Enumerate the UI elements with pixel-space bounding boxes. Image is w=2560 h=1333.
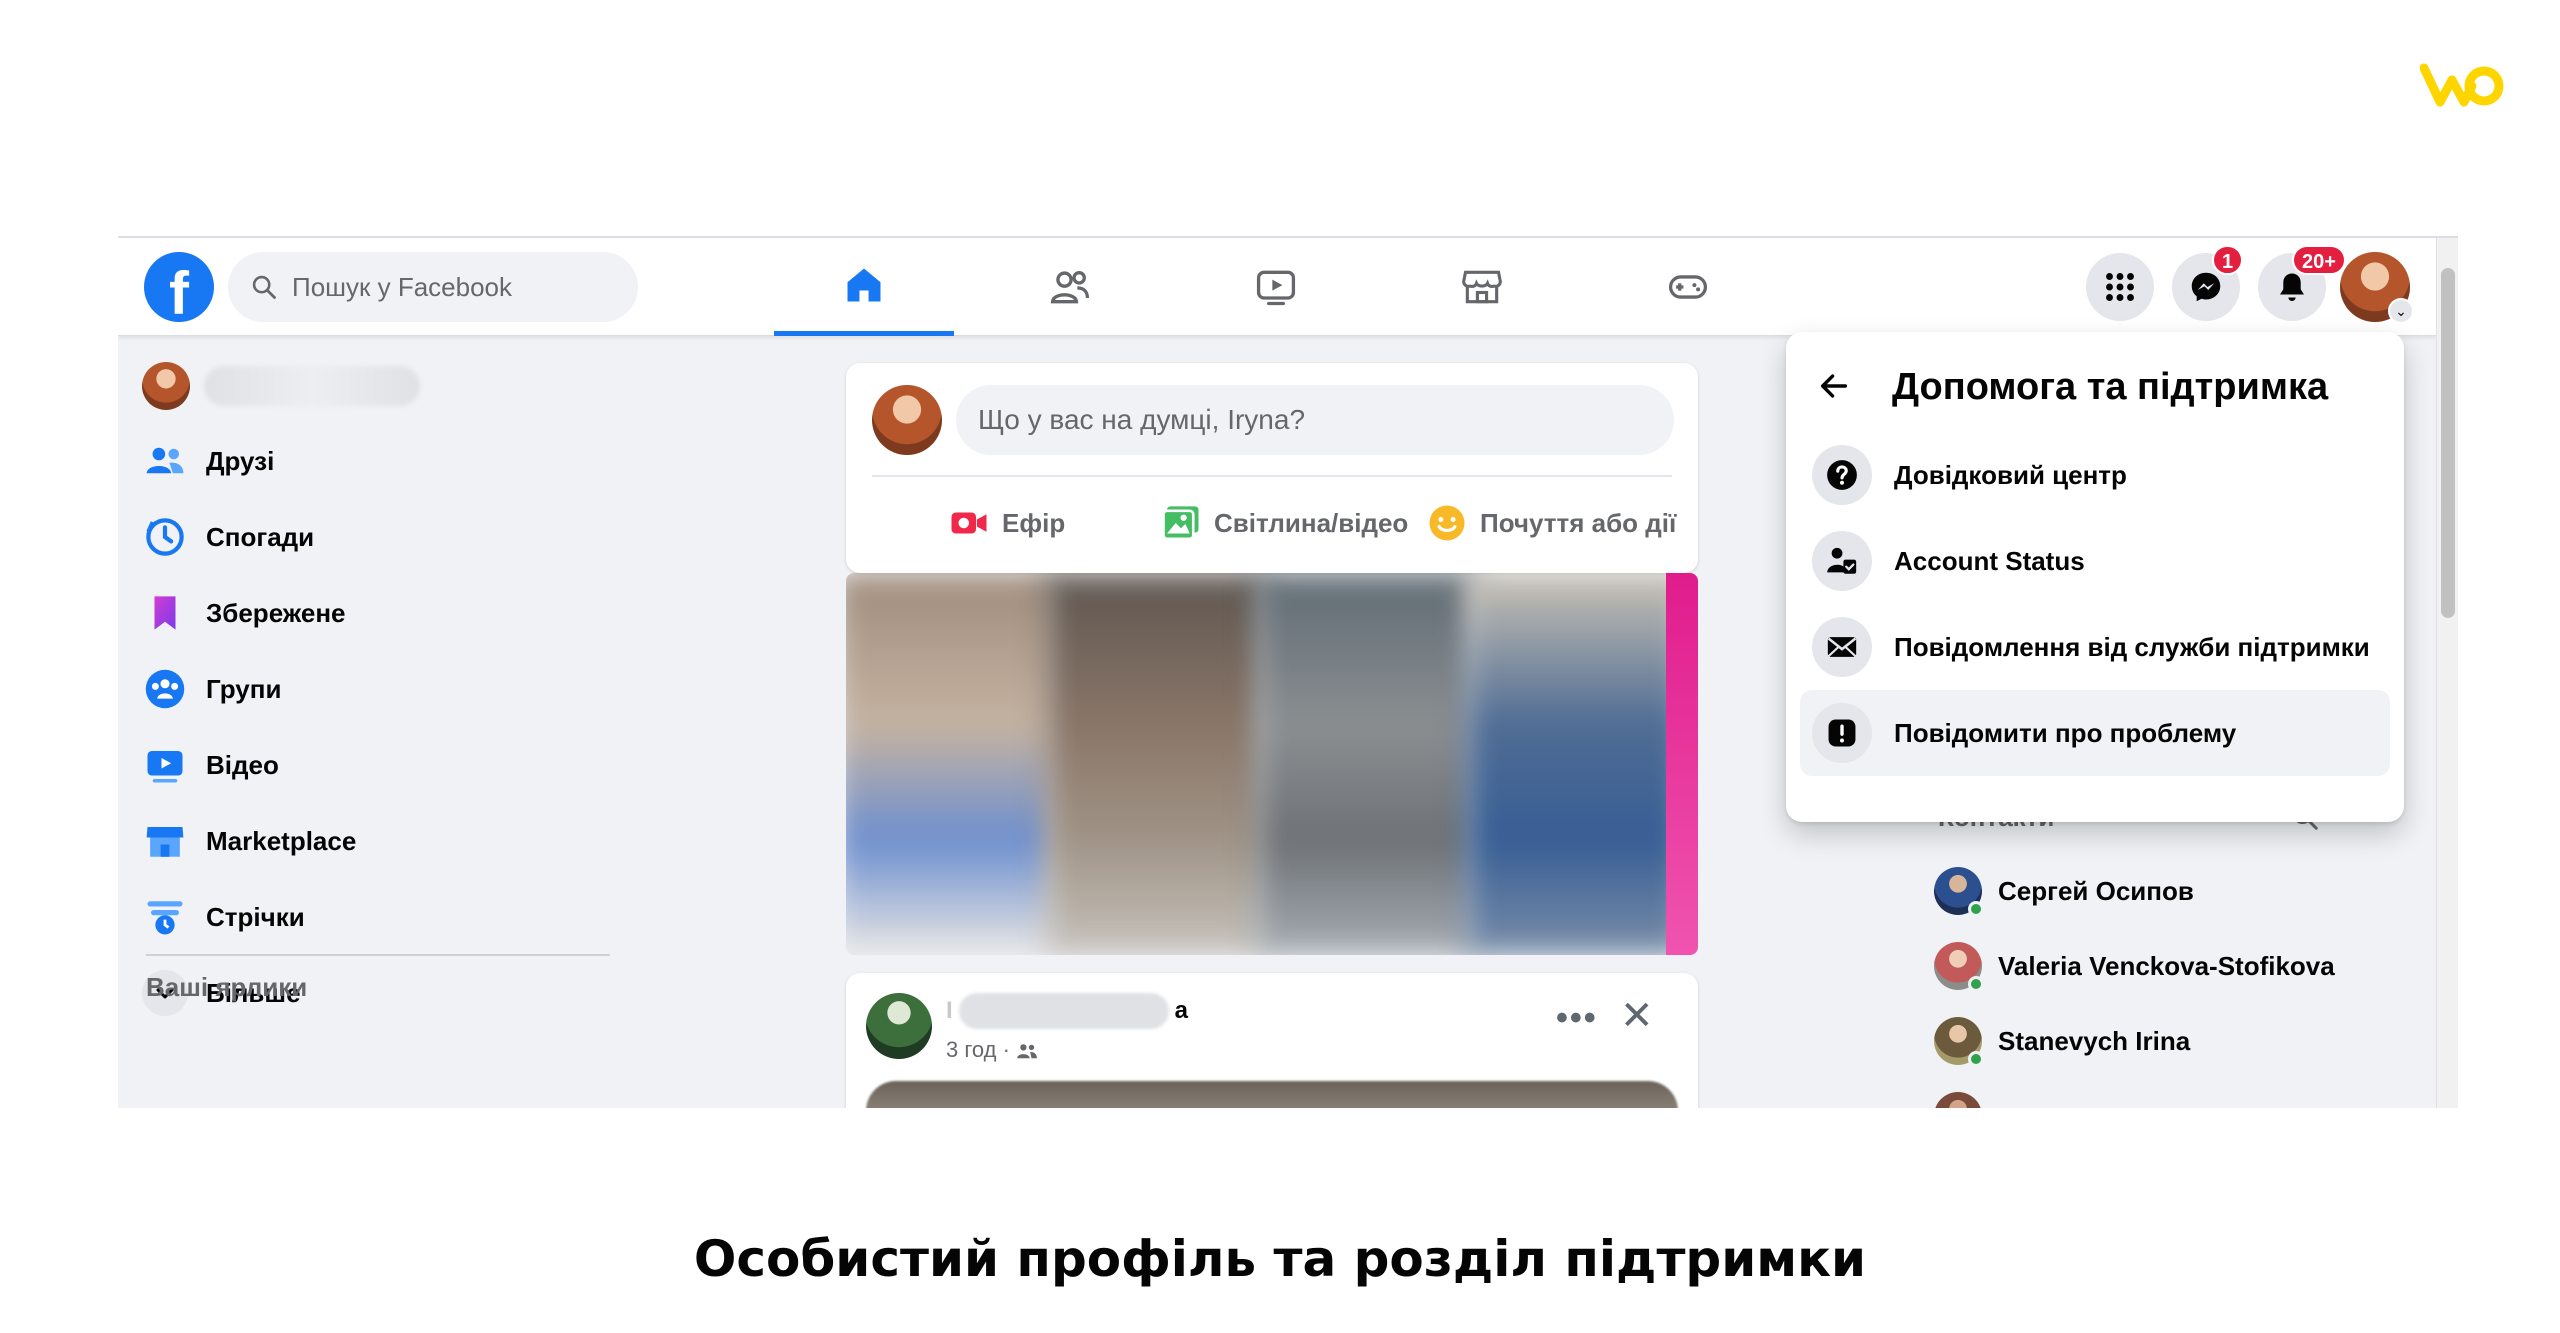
feeling-activity-button[interactable]: Почуття або дії xyxy=(1426,493,1676,553)
photo-video-button[interactable]: Світлина/відео xyxy=(1160,493,1408,553)
arrow-left-icon xyxy=(1820,374,1848,398)
post-timestamp[interactable]: 3 год · xyxy=(946,1037,1038,1063)
help-center-item[interactable]: Довідковий центр xyxy=(1800,432,2390,518)
post-author[interactable]: І а xyxy=(946,993,1188,1029)
avatar xyxy=(872,385,942,455)
home-icon xyxy=(847,268,881,301)
avatar[interactable] xyxy=(866,993,932,1059)
composer-divider xyxy=(872,475,1672,477)
facebook-screenshot: f Пошук у Facebook 1 20+ ⌄ Друзі Спогади… xyxy=(118,236,2458,1108)
back-button[interactable] xyxy=(1814,366,1854,406)
tab-marketplace[interactable] xyxy=(1392,238,1572,336)
post-image[interactable] xyxy=(866,1081,1678,1108)
account-status-icon xyxy=(1827,547,1857,574)
photo-icon xyxy=(1162,506,1199,541)
blurred-author-name xyxy=(958,993,1169,1029)
avatar xyxy=(1934,942,1984,992)
sidebar-item-feeds[interactable]: Стрічки xyxy=(142,887,305,947)
search-input[interactable]: Пошук у Facebook xyxy=(228,252,638,322)
live-video-button[interactable]: Ефір xyxy=(948,493,1065,553)
search-placeholder: Пошук у Facebook xyxy=(292,271,513,302)
contact-item[interactable] xyxy=(1934,1088,1982,1108)
support-inbox-item[interactable]: Повідомлення від служби підтримки xyxy=(1800,604,2390,690)
close-icon[interactable]: ✕ xyxy=(1620,993,1654,1039)
online-status-dot xyxy=(1968,1051,1984,1067)
memories-icon xyxy=(146,518,184,556)
avatar xyxy=(1934,1017,1984,1067)
sidebar-item-memories[interactable]: Спогади xyxy=(142,507,314,567)
gaming-icon xyxy=(1668,275,1708,299)
blurred-profile-name xyxy=(204,366,420,406)
post-composer: Що у вас на думці, Iryna? Ефір Світлина/… xyxy=(846,363,1698,573)
story-card[interactable] xyxy=(1466,573,1686,955)
report-problem-item[interactable]: Повідомити про проблему xyxy=(1800,690,2390,776)
contact-item[interactable]: Stanevych Irina xyxy=(1934,1013,2190,1069)
account-status-item[interactable]: Account Status xyxy=(1800,518,2390,604)
story-card[interactable] xyxy=(846,573,1056,955)
page-caption: Особистий профіль та розділ підтримки xyxy=(693,1230,1867,1288)
marketplace-icon xyxy=(1462,270,1502,304)
chevron-down-icon: ⌄ xyxy=(2388,298,2414,324)
report-icon xyxy=(1828,719,1856,747)
contact-item[interactable]: Valeria Venckova-Stofikova xyxy=(1934,938,2335,994)
notifications-button[interactable]: 20+ xyxy=(2258,245,2346,321)
feeling-icon xyxy=(1429,505,1465,541)
top-navigation-bar: f Пошук у Facebook 1 20+ ⌄ xyxy=(118,238,2436,336)
online-status-dot xyxy=(1968,901,1984,917)
sidebar-item-groups[interactable]: Групи xyxy=(142,659,281,719)
messenger-badge: 1 xyxy=(2212,245,2244,275)
sidebar-profile[interactable] xyxy=(142,356,420,416)
account-avatar-button[interactable]: ⌄ xyxy=(2340,252,2414,324)
menu-button[interactable] xyxy=(2086,253,2154,321)
avatar xyxy=(1934,1092,1982,1108)
contact-item[interactable]: Сергей Осипов xyxy=(1934,863,2194,919)
stories-strip[interactable] xyxy=(846,573,1698,955)
avatar xyxy=(142,362,190,410)
envelope-icon xyxy=(1827,637,1857,657)
sidebar-item-saved[interactable]: Збережене xyxy=(142,583,346,643)
story-card[interactable] xyxy=(1046,573,1266,955)
sidebar-item-video[interactable]: Відео xyxy=(142,735,279,795)
story-card[interactable] xyxy=(1256,573,1476,955)
tab-gaming[interactable] xyxy=(1598,238,1778,336)
help-support-dropdown: Допомога та підтримка Довідковий центр A… xyxy=(1786,332,2404,822)
feeds-icon xyxy=(147,901,183,935)
story-card[interactable] xyxy=(1666,573,1698,955)
notifications-badge: 20+ xyxy=(2292,245,2346,275)
page-scrollbar[interactable] xyxy=(2436,238,2458,1108)
watch-icon xyxy=(1256,270,1296,306)
friends-audience-icon xyxy=(1017,1044,1037,1059)
groups-icon xyxy=(145,669,185,709)
tab-home[interactable] xyxy=(774,238,954,336)
composer-input[interactable]: Що у вас на думці, Iryna? xyxy=(956,385,1674,455)
video-icon xyxy=(147,751,183,783)
messenger-icon xyxy=(2191,272,2221,302)
post-more-options-icon[interactable]: ••• xyxy=(1556,999,1598,1038)
tab-friends[interactable] xyxy=(980,238,1160,336)
question-icon xyxy=(1827,460,1857,490)
facebook-logo[interactable]: f xyxy=(144,252,214,322)
tab-watch[interactable] xyxy=(1186,238,1366,336)
sidebar-item-marketplace[interactable]: Marketplace xyxy=(142,811,356,871)
dropdown-title: Допомога та підтримка xyxy=(1892,366,2329,408)
shortcuts-heading: Ваші ярлики xyxy=(146,972,308,1002)
brand-logo xyxy=(2419,60,2504,110)
messenger-button[interactable]: 1 xyxy=(2172,245,2244,321)
online-status-dot xyxy=(1968,976,1984,992)
saved-icon xyxy=(154,596,176,630)
grid-icon xyxy=(2106,273,2134,301)
marketplace-icon xyxy=(146,827,184,857)
feed-post: І а 3 год · ••• ✕ xyxy=(846,973,1698,1108)
avatar xyxy=(1934,867,1984,917)
friends-icon xyxy=(146,447,184,474)
sidebar-divider xyxy=(146,954,610,956)
scrollbar-thumb[interactable] xyxy=(2441,268,2455,618)
sidebar-item-friends[interactable]: Друзі xyxy=(142,431,274,491)
friends-icon xyxy=(1050,271,1090,304)
live-video-icon xyxy=(951,512,987,534)
search-icon xyxy=(252,275,276,299)
